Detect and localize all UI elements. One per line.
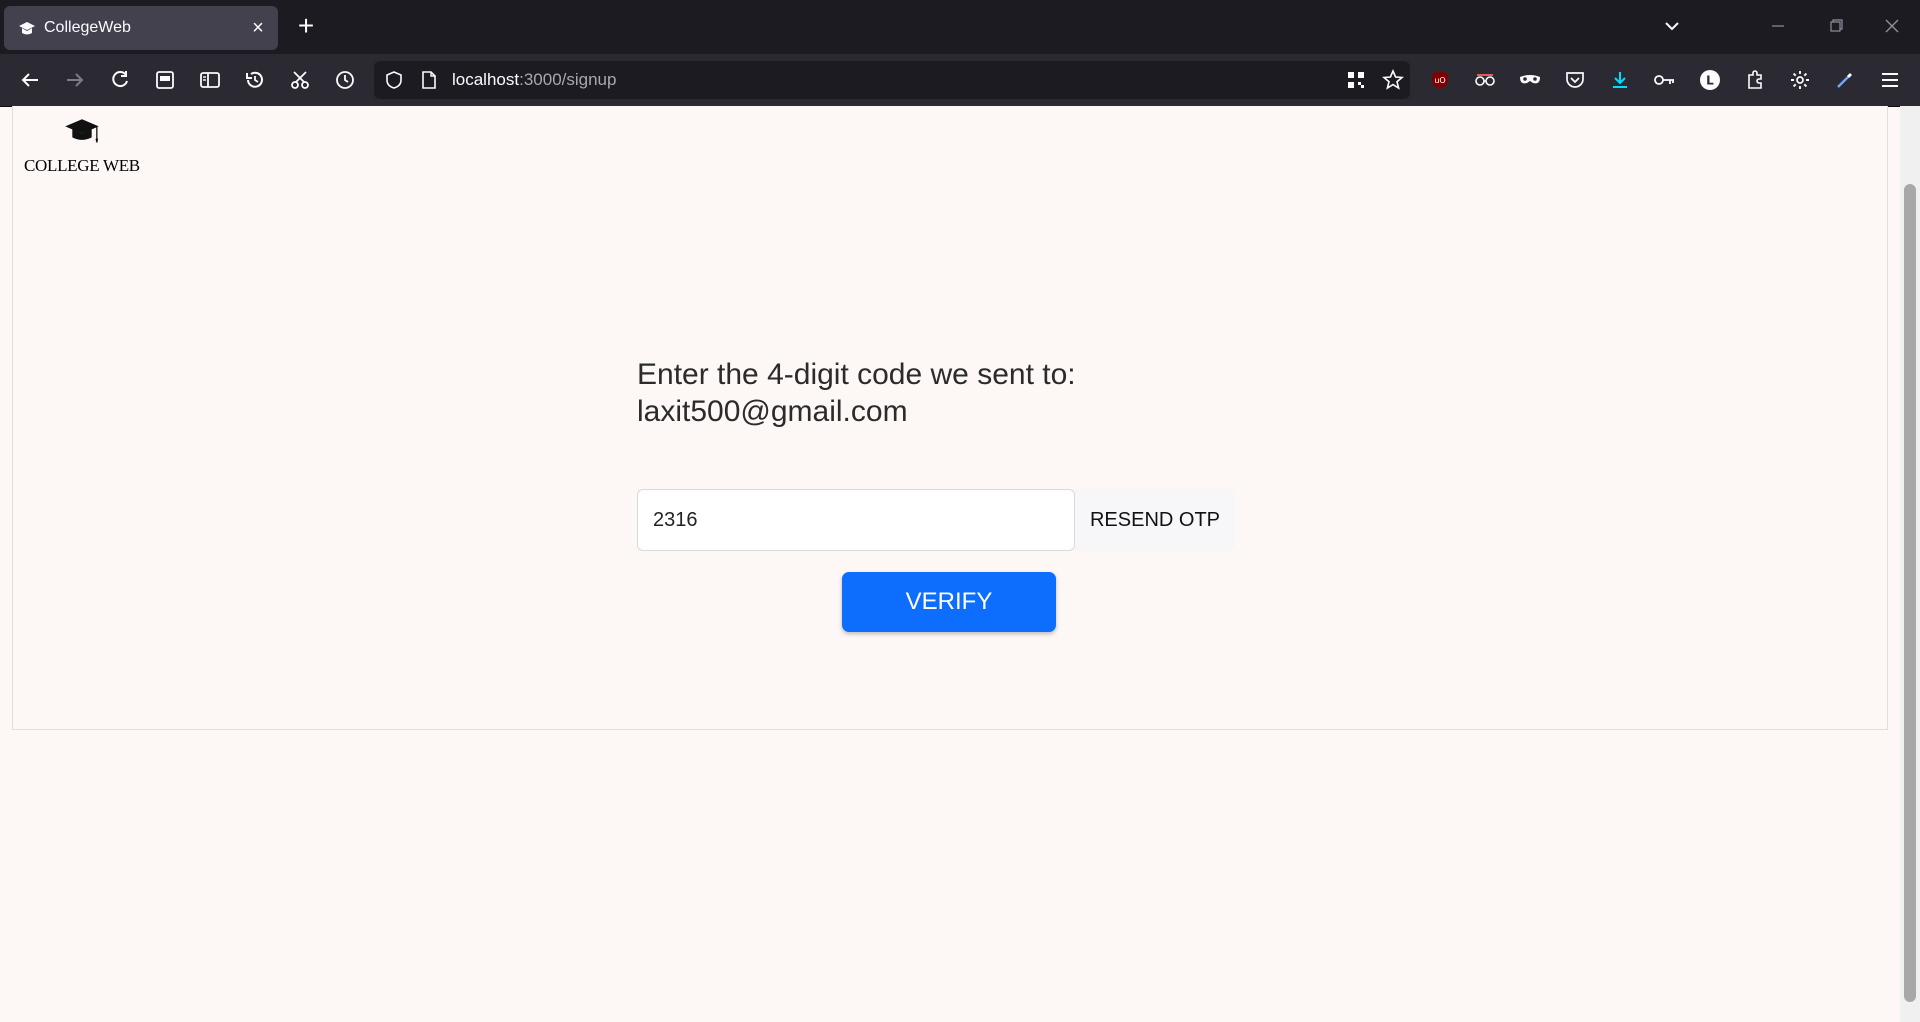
prompt-line: Enter the 4-digit code we sent to: [637, 358, 1076, 391]
url-bar[interactable]: localhost:3000/signup [374, 61, 1410, 99]
resend-otp-button[interactable]: RESEND OTP [1075, 489, 1235, 551]
glasses-icon[interactable] [1471, 66, 1499, 94]
clock-icon[interactable] [331, 66, 359, 94]
page-icon[interactable] [420, 70, 438, 90]
close-window-icon[interactable] [1872, 10, 1912, 42]
sidebar-icon[interactable] [196, 66, 224, 94]
key-icon[interactable] [1651, 66, 1679, 94]
reload-icon[interactable] [106, 66, 134, 94]
verify-button[interactable]: VERIFY [842, 572, 1056, 632]
otp-prompt: Enter the 4-digit code we sent to: laxit… [637, 356, 1197, 430]
private-mask-icon[interactable] [1516, 66, 1544, 94]
tab-strip: CollegeWeb × + [0, 0, 1920, 54]
ublock-icon[interactable]: uO [1426, 66, 1454, 94]
qr-code-icon[interactable] [1346, 70, 1366, 90]
new-tab-button[interactable]: + [292, 12, 320, 40]
tab-collegeweb[interactable]: CollegeWeb × [4, 6, 278, 50]
forward-arrow-icon[interactable] [61, 66, 89, 94]
navigation-toolbar: localhost:3000/signup uO L [0, 54, 1920, 107]
back-arrow-icon[interactable] [16, 66, 44, 94]
svg-text:L: L [1706, 74, 1714, 88]
hamburger-menu-icon[interactable] [1876, 66, 1904, 94]
tab-title: CollegeWeb [44, 19, 131, 36]
scissors-icon[interactable] [286, 66, 314, 94]
pocket-icon[interactable] [1561, 66, 1589, 94]
restore-icon[interactable] [1816, 10, 1856, 42]
screenshot-icon[interactable] [151, 66, 179, 94]
graduation-cap-icon [19, 22, 35, 35]
settings-gear-icon[interactable] [1786, 66, 1814, 94]
scrollbar-thumb[interactable] [1904, 184, 1916, 1002]
svg-text:uO: uO [1434, 76, 1445, 85]
email-address: laxit500@gmail.com [637, 395, 908, 428]
bookmark-star-icon[interactable] [1382, 69, 1404, 91]
close-tab-icon[interactable]: × [248, 18, 268, 38]
logo-text: COLLEGE WEB [24, 156, 140, 175]
minimize-icon[interactable] [1758, 10, 1798, 42]
chevron-down-icon[interactable] [1658, 14, 1686, 38]
history-icon[interactable] [241, 66, 269, 94]
shield-icon[interactable] [384, 70, 404, 90]
otp-input[interactable] [637, 489, 1075, 551]
download-icon[interactable] [1606, 66, 1634, 94]
extensions-puzzle-icon[interactable] [1741, 66, 1769, 94]
profile-avatar-icon[interactable]: L [1696, 66, 1724, 94]
graduation-cap-logo-icon[interactable] [24, 118, 140, 158]
url-text[interactable]: localhost:3000/signup [452, 61, 616, 99]
eyedropper-icon[interactable] [1831, 66, 1859, 94]
